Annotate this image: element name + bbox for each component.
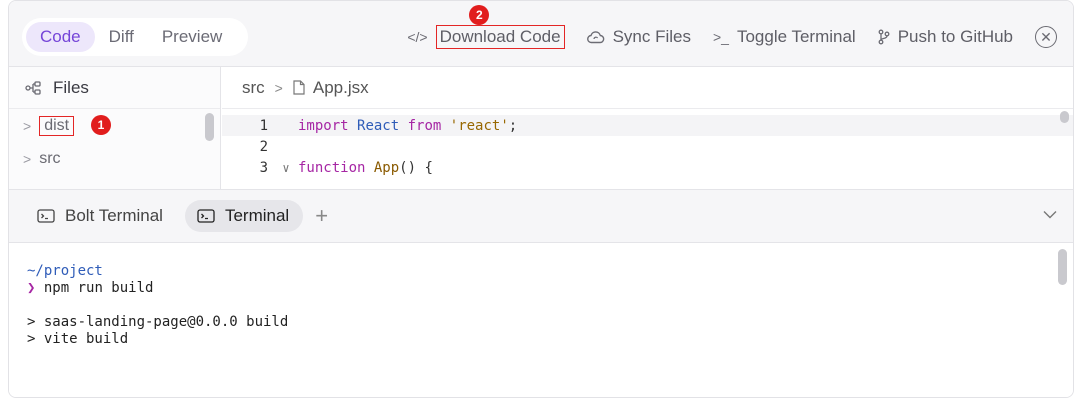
- step-marker-1: 1: [91, 115, 111, 135]
- code-token: function: [298, 159, 366, 176]
- terminal-blank: [27, 297, 1055, 314]
- folder-label: dist: [39, 115, 75, 136]
- code-editor: src > App.jsx 1 import React from 'react…: [222, 67, 1073, 189]
- files-scrollbar[interactable]: [205, 113, 214, 141]
- toggle-terminal-label: Toggle Terminal: [736, 27, 856, 46]
- sync-files-label: Sync Files: [612, 27, 691, 46]
- terminal-command: npm run build: [35, 280, 154, 296]
- breadcrumb-folder[interactable]: src: [242, 78, 265, 98]
- top-bar: Code Diff Preview </> Download Code 2 Sy…: [9, 1, 1073, 67]
- line-number: 2: [259, 138, 268, 155]
- breadcrumb-file[interactable]: App.jsx: [313, 78, 369, 98]
- files-panel: Files > dist 1 > src: [9, 67, 221, 189]
- code-area[interactable]: 1 import React from 'react'; 2 3 ∨ funct…: [222, 109, 1073, 178]
- editor-scrollbar[interactable]: [1060, 111, 1069, 123]
- cloud-sync-icon: [586, 30, 605, 44]
- workbench-window: Code Diff Preview </> Download Code 2 Sy…: [8, 0, 1074, 398]
- file-tree-icon: [25, 80, 43, 95]
- folder-label: src: [39, 149, 61, 167]
- terminal-output-line: > vite build: [27, 331, 129, 347]
- push-to-github-button[interactable]: Push to GitHub: [878, 27, 1013, 47]
- chevron-right-icon: >: [23, 150, 32, 167]
- tab-code[interactable]: Code: [26, 22, 95, 52]
- view-toggle: Code Diff Preview: [22, 18, 248, 56]
- download-code-label: Download Code: [435, 25, 565, 49]
- tab-diff[interactable]: Diff: [95, 22, 148, 52]
- line-number: 3: [259, 159, 268, 176]
- chevron-right-icon: >: [274, 79, 283, 96]
- terminal-prompt-icon: >_: [712, 29, 729, 45]
- code-token: 'react': [449, 117, 509, 134]
- tab-bolt-terminal[interactable]: Bolt Terminal: [25, 200, 177, 232]
- step-marker-2: 2: [469, 5, 490, 25]
- terminal-tab-bar: Bolt Terminal Terminal +: [9, 189, 1073, 243]
- files-header: Files: [9, 67, 220, 109]
- terminal-scrollbar[interactable]: [1058, 249, 1067, 285]
- line-number: 1: [259, 117, 268, 134]
- chevron-right-icon: >: [23, 117, 32, 134]
- folder-dist[interactable]: > dist 1: [9, 109, 220, 142]
- chevron-down-icon[interactable]: ∨: [274, 161, 298, 175]
- code-line: 3 ∨ function App() {: [222, 157, 1073, 178]
- plus-icon[interactable]: +: [315, 203, 328, 229]
- sync-files-button[interactable]: Sync Files: [586, 27, 691, 47]
- code-token: from: [407, 117, 442, 134]
- toggle-terminal-button[interactable]: >_ Toggle Terminal: [713, 27, 856, 47]
- terminal-icon: [197, 209, 215, 223]
- git-branch-icon: [878, 29, 890, 45]
- push-to-github-label: Push to GitHub: [897, 27, 1013, 46]
- files-title: Files: [53, 77, 89, 97]
- code-line: 1 import React from 'react';: [222, 115, 1073, 136]
- chevron-down-icon[interactable]: [1043, 206, 1057, 222]
- terminal-icon: [37, 209, 55, 223]
- tab-label: Terminal: [224, 206, 290, 225]
- close-icon[interactable]: ✕: [1035, 26, 1057, 48]
- file-icon: [293, 80, 305, 95]
- code-token: React: [357, 117, 400, 134]
- terminal-command-line: ❯ npm run build: [27, 280, 1055, 297]
- code-token: ;: [508, 117, 518, 134]
- code-token: import: [298, 117, 349, 134]
- code-line: 2: [222, 136, 1073, 157]
- code-icon: </>: [407, 29, 428, 45]
- tab-label: Bolt Terminal: [65, 206, 163, 225]
- tab-terminal[interactable]: Terminal: [184, 200, 304, 232]
- terminal-path: ~/project: [27, 263, 103, 279]
- terminal-output[interactable]: ~/project ❯ npm run build > saas-landing…: [9, 243, 1073, 397]
- top-actions: </> Download Code 2 Sync Files >_ Toggle…: [407, 5, 1073, 51]
- code-token: App: [373, 159, 400, 176]
- breadcrumb: src > App.jsx: [222, 67, 1073, 109]
- folder-src[interactable]: > src: [9, 142, 220, 175]
- code-token: () {: [399, 159, 433, 176]
- tab-preview[interactable]: Preview: [148, 22, 236, 52]
- download-code-button[interactable]: </> Download Code 2: [407, 5, 565, 49]
- terminal-output-line: > saas-landing-page@0.0.0 build: [27, 314, 289, 330]
